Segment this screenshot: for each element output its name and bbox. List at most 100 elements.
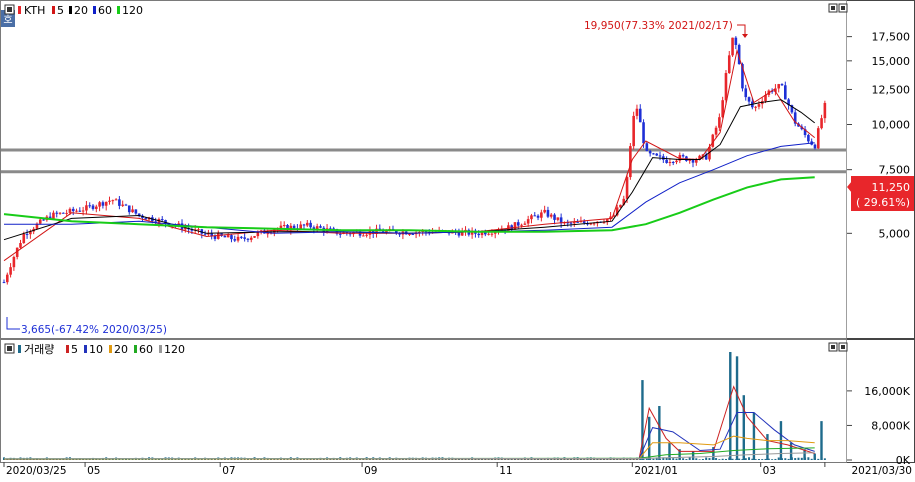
price-legend-swatch — [93, 6, 96, 14]
candle-body — [645, 143, 649, 152]
candle-body — [668, 161, 672, 163]
volume-bar — [672, 458, 675, 460]
candle-body — [648, 151, 652, 154]
candle-body — [226, 235, 230, 238]
volume-bar — [401, 459, 404, 460]
candle-body — [9, 267, 12, 275]
candle-body — [516, 222, 520, 226]
volume-bar — [771, 459, 774, 460]
candle-body — [114, 199, 118, 201]
price-tick-label: 12,500 — [872, 83, 911, 96]
candle-body — [642, 122, 645, 144]
x-tick-label: 05 — [87, 465, 100, 477]
candle-body — [546, 209, 550, 217]
volume-bar — [810, 458, 813, 460]
candle-body — [197, 229, 200, 231]
volume-bar — [632, 459, 635, 460]
candle-body — [5, 274, 9, 283]
volume-bar — [766, 434, 769, 460]
candle-body — [523, 223, 527, 225]
volume-bar — [566, 459, 569, 460]
candle-body — [490, 233, 494, 235]
candle-body — [744, 88, 748, 98]
volume-tick-label: 16,000K — [864, 385, 910, 398]
volume-bar — [731, 458, 734, 460]
price-legend-checkbox-mark — [7, 7, 12, 12]
candle-body — [784, 85, 787, 100]
candle-body — [104, 201, 108, 206]
candle-body — [292, 225, 296, 229]
price-legend: KTH 5 20 60 120 — [18, 4, 143, 17]
candle-body — [2, 282, 6, 284]
volume-legend-label: 120 — [164, 343, 185, 356]
x-tick-label: 2021/01 — [634, 465, 678, 477]
candle-body — [243, 237, 246, 239]
volume-legend-swatch — [134, 345, 137, 353]
candle-body — [65, 212, 68, 214]
candle-body — [85, 205, 88, 211]
candle-body — [12, 256, 16, 268]
volume-bar — [729, 352, 732, 460]
candle-body — [823, 102, 827, 119]
volume-bar — [744, 458, 747, 460]
volume-bar — [583, 459, 586, 460]
volume-bar — [817, 458, 820, 460]
volume-bar — [658, 406, 661, 460]
candle-body — [694, 159, 698, 163]
price-panel-frame — [0, 0, 915, 339]
candle-body — [230, 235, 233, 240]
candle-body — [777, 84, 781, 89]
volume-legend-label: 5 — [71, 343, 78, 356]
candle-body — [131, 209, 134, 213]
maximize-icon-fill — [831, 6, 835, 10]
volume-bar — [777, 457, 780, 460]
price-legend-label: 5 — [57, 4, 64, 17]
volume-bar — [752, 412, 756, 460]
volume-bar — [652, 458, 655, 460]
last-price-badge: 11,250 ( 29.61%) — [847, 176, 914, 211]
candle-body — [556, 217, 560, 220]
volume-bar — [682, 458, 685, 460]
volume-bar — [757, 459, 760, 460]
stock-name: KTH — [24, 4, 45, 17]
volume-marker — [18, 345, 21, 353]
candle-body — [754, 106, 757, 108]
candle-body — [530, 215, 533, 220]
candle-body — [91, 205, 95, 209]
x-tick-label: 2021/03/30 — [851, 465, 912, 477]
candle-body — [582, 221, 586, 223]
candle-body — [25, 233, 29, 235]
volume-bar — [487, 459, 490, 460]
candle-body — [681, 155, 685, 157]
volume-bar — [738, 458, 741, 460]
volume-bar — [800, 457, 803, 460]
volume-bar — [504, 459, 507, 460]
volume-tick-label: 8,000K — [871, 419, 910, 432]
volume-bar — [312, 459, 315, 460]
candle-body — [658, 155, 662, 157]
candle-body — [81, 210, 85, 212]
x-tick-label: 2020/03/25 — [6, 465, 67, 477]
volume-bar — [748, 457, 751, 460]
candle-body — [813, 144, 817, 149]
volume-close-icon-fill — [841, 345, 845, 349]
candle-body — [365, 234, 368, 236]
volume-bar — [784, 458, 787, 460]
volume-panel-frame — [0, 339, 915, 463]
candle-body — [52, 212, 55, 219]
min-annotation: 3,665(-67.42% 2020/03/25) — [21, 324, 167, 336]
volume-bar — [820, 421, 823, 460]
volume-bar — [543, 459, 546, 460]
candle-body — [675, 160, 678, 163]
candle-body — [71, 208, 75, 212]
candle-body — [22, 233, 26, 244]
candle-body — [88, 205, 92, 207]
candle-body — [95, 206, 98, 209]
price-legend-swatch — [69, 6, 72, 14]
candle-body — [309, 222, 312, 228]
candle-body — [513, 222, 517, 230]
stock-marker — [18, 6, 21, 14]
candle-body — [652, 153, 655, 155]
volume-bar — [708, 458, 711, 460]
candle-body — [38, 219, 42, 224]
